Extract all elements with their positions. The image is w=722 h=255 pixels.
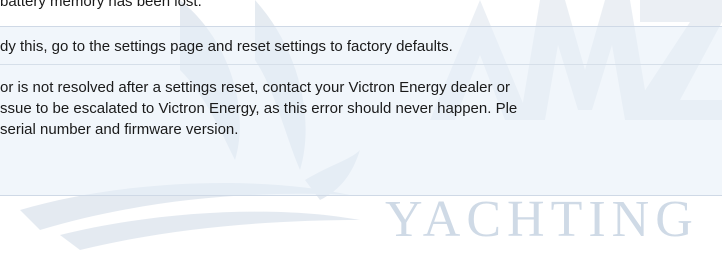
error-description-text: battery memory has been lost. [0, 0, 202, 10]
escalation-line-1: or is not resolved after a settings rese… [0, 79, 510, 96]
watermark-yachting-text: YACHTING [385, 191, 699, 248]
escalation-line-2: ssue to be escalated to Victron Energy, … [0, 100, 518, 117]
panel-divider [0, 64, 722, 65]
resolution-paragraph: dy this, go to the settings page and res… [0, 38, 453, 55]
escalation-line-3: serial number and firmware version. [0, 121, 239, 138]
